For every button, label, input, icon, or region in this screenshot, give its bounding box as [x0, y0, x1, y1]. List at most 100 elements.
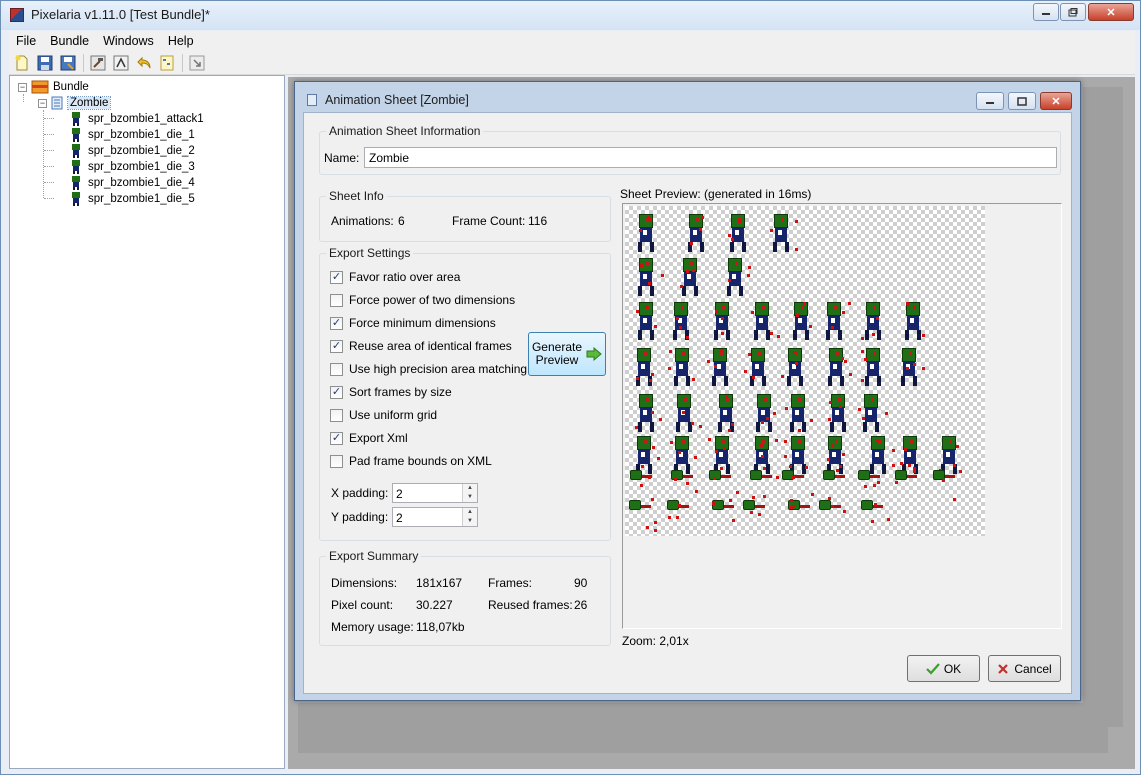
export-option-label: Force minimum dimensions: [349, 316, 496, 330]
blood-pixel: [842, 453, 845, 456]
generate-preview-button[interactable]: Generate Preview: [528, 332, 606, 376]
export-option-checkbox[interactable]: Use uniform grid: [330, 407, 437, 423]
collapse-icon[interactable]: −: [18, 82, 27, 92]
export-option-checkbox[interactable]: ✓ Favor ratio over area: [330, 269, 460, 285]
arrow-button[interactable]: [187, 53, 207, 73]
menu-file[interactable]: File: [9, 34, 43, 48]
blood-pixel: [766, 417, 769, 420]
tree-node-animation[interactable]: spr_bzombie1_die_4: [70, 175, 195, 191]
blood-pixel: [668, 367, 671, 370]
blood-pixel: [956, 445, 959, 448]
blood-pixel: [763, 495, 766, 498]
tree-node-animation[interactable]: spr_bzombie1_die_2: [70, 143, 195, 159]
blood-pixel: [635, 426, 638, 429]
unchecked-checkbox-icon[interactable]: [330, 362, 343, 376]
blood-pixel: [953, 464, 956, 467]
tree-node-animation[interactable]: spr_bzombie1_die_5: [70, 191, 195, 207]
blood-pixel: [841, 357, 844, 360]
tree-node-sheet[interactable]: − Zombie: [38, 95, 112, 111]
minimize-icon: [986, 102, 994, 104]
name-field[interactable]: [364, 147, 1057, 168]
new-file-button[interactable]: [12, 53, 32, 73]
blood-pixel: [694, 456, 697, 459]
undo-button[interactable]: [134, 53, 154, 73]
blood-pixel: [906, 367, 909, 370]
sheet-preview-panel[interactable]: [622, 203, 1062, 629]
collapse-icon[interactable]: −: [38, 98, 47, 108]
blood-pixel: [861, 379, 864, 382]
dialog-maximize-button[interactable]: [1008, 92, 1036, 110]
checked-checkbox-icon[interactable]: ✓: [330, 339, 343, 353]
blood-pixel: [699, 425, 702, 428]
save-button[interactable]: [35, 53, 55, 73]
zoom-label: Zoom: 2,01x: [622, 634, 689, 648]
menu-help[interactable]: Help: [161, 34, 201, 48]
export-option-checkbox[interactable]: ✓ Export Xml: [330, 430, 408, 446]
blood-pixel: [729, 499, 732, 502]
tree-node-animation[interactable]: spr_bzombie1_die_1: [70, 127, 195, 143]
zombie-die-frame: [750, 470, 772, 480]
cancel-x-icon: [998, 663, 1009, 674]
blood-pixel: [858, 408, 861, 411]
reused-frames-label: Reused frames:: [488, 598, 573, 612]
minimize-button[interactable]: [1033, 3, 1059, 21]
unchecked-checkbox-icon[interactable]: [330, 293, 343, 307]
checked-checkbox-icon[interactable]: ✓: [330, 431, 343, 445]
unchecked-checkbox-icon[interactable]: [330, 454, 343, 468]
export-option-label: Sort frames by size: [349, 385, 452, 399]
bundle-tree-panel[interactable]: − Bundle − Zombie spr_bzombie1_attack1 s…: [9, 75, 285, 769]
blood-pixel: [747, 274, 750, 277]
save-as-button[interactable]: [58, 53, 78, 73]
tree-node-animation[interactable]: spr_bzombie1_attack1: [70, 111, 204, 127]
tree-view-button[interactable]: [157, 53, 177, 73]
build-button[interactable]: [88, 53, 108, 73]
y-padding-spin-buttons[interactable]: ▲ ▼: [462, 508, 477, 526]
blood-pixel: [744, 370, 747, 373]
checked-checkbox-icon[interactable]: ✓: [330, 270, 343, 284]
blood-pixel: [690, 242, 693, 245]
close-button[interactable]: ✕: [1088, 3, 1134, 21]
blood-pixel: [748, 353, 751, 356]
checked-checkbox-icon[interactable]: ✓: [330, 316, 343, 330]
spin-down-icon[interactable]: ▼: [463, 517, 477, 526]
frames-label: Frames:: [488, 576, 533, 590]
maximize-button[interactable]: [1060, 3, 1086, 21]
spin-down-icon[interactable]: ▼: [463, 493, 477, 502]
spin-up-icon[interactable]: ▲: [463, 508, 477, 517]
blood-pixel: [790, 499, 793, 502]
blood-pixel: [773, 412, 776, 415]
export-option-checkbox[interactable]: Force power of two dimensions: [330, 292, 515, 308]
blood-pixel: [686, 336, 689, 339]
export-option-checkbox[interactable]: Use high precision area matching: [330, 361, 527, 377]
blood-pixel: [789, 465, 792, 468]
dialog-minimize-button[interactable]: [976, 92, 1004, 110]
spin-up-icon[interactable]: ▲: [463, 484, 477, 493]
export-option-checkbox[interactable]: ✓ Force minimum dimensions: [330, 315, 496, 331]
dialog-close-button[interactable]: ✕: [1040, 92, 1072, 110]
y-padding-input[interactable]: 2 ▲ ▼: [392, 507, 478, 527]
x-padding-input[interactable]: 2 ▲ ▼: [392, 483, 478, 503]
x-padding-spin-buttons[interactable]: ▲ ▼: [462, 484, 477, 502]
unchecked-checkbox-icon[interactable]: [330, 408, 343, 422]
tree-node-bundle[interactable]: − Bundle: [18, 79, 89, 95]
export-option-checkbox[interactable]: ✓ Reuse area of identical frames: [330, 338, 512, 354]
export-option-checkbox[interactable]: ✓ Sort frames by size: [330, 384, 452, 400]
zombie-sprite-icon: [72, 160, 80, 174]
menu-bundle[interactable]: Bundle: [43, 34, 96, 48]
zombie-die-frame: [819, 500, 841, 510]
blood-pixel: [640, 484, 643, 487]
menu-windows[interactable]: Windows: [96, 34, 161, 48]
reused-frames-value: 26: [574, 598, 588, 612]
animations-value: 6: [398, 214, 405, 228]
blood-pixel: [736, 491, 739, 494]
export-summary-group: Export Summary Dimensions: 181x167 Frame…: [319, 549, 611, 646]
export-option-checkbox[interactable]: Pad frame bounds on XML: [330, 453, 492, 469]
checked-checkbox-icon[interactable]: ✓: [330, 385, 343, 399]
name-label: Name:: [324, 151, 360, 165]
tree-node-animation[interactable]: spr_bzombie1_die_3: [70, 159, 195, 175]
ok-button[interactable]: OK: [907, 655, 980, 682]
blood-pixel: [922, 367, 925, 370]
export-button[interactable]: [111, 53, 131, 73]
pixel-count-value: 30.227: [416, 598, 453, 612]
cancel-button[interactable]: Cancel: [988, 655, 1061, 682]
